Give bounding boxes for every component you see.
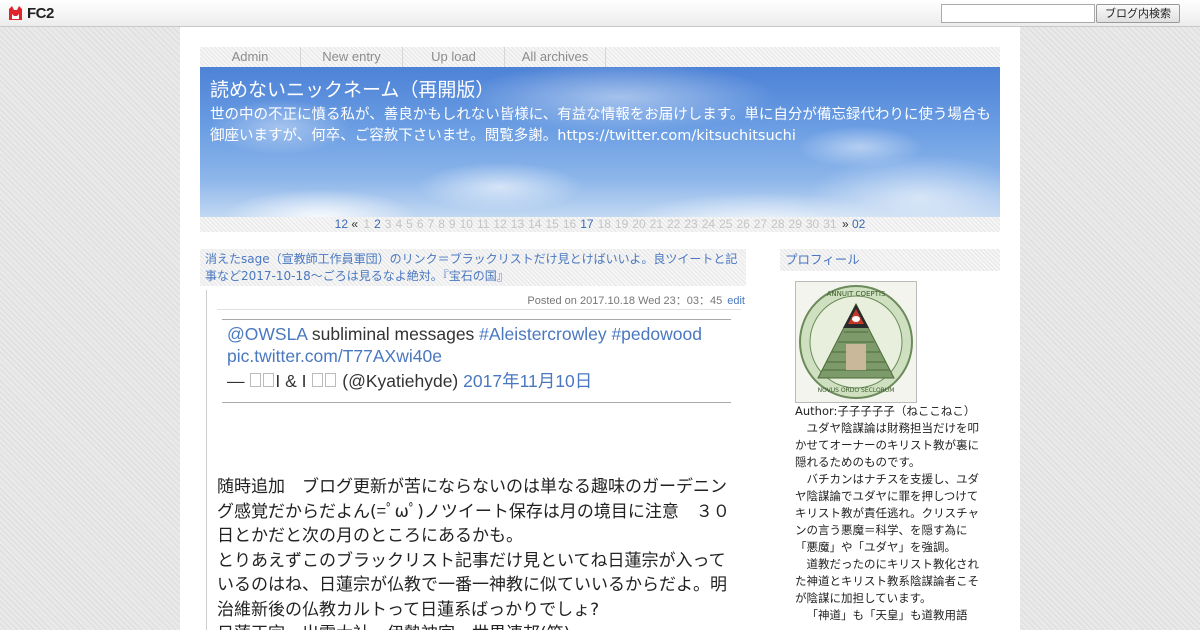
tweet-hashtag-link[interactable]: #pedowood: [611, 324, 702, 344]
entry-paragraph: とりあえずこのブラックリスト記事だけ見といてね日蓮宗が入っているのはね、日蓮宗が…: [217, 550, 727, 620]
profile-author: Author:子子子子子（ねここねこ）: [795, 404, 976, 418]
profile-paragraph: 「神道」も「天皇」も道教用語: [806, 608, 968, 622]
calendar-next-arrow: »: [841, 217, 849, 231]
entry-posted-info: Posted on 2017.10.18 Wed 23：03：45 edit: [527, 292, 745, 308]
calendar-bar: 12 « 1 2 3 4 5 6 7 8 9 10 11 12 13 14 15 16 17 18 19 20 21 22…: [200, 217, 1000, 232]
edit-link[interactable]: edit: [727, 295, 745, 307]
nav-upload[interactable]: Up load: [403, 47, 505, 67]
divider: [217, 309, 741, 310]
profile-paragraph: バチカンはナチスを支援し、ユダヤ陰謀論でユダヤに罪を押しつけてキリスト教が責任逃…: [795, 472, 979, 554]
calendar-day: 18: [597, 217, 611, 231]
calendar-day[interactable]: 17: [580, 217, 593, 231]
calendar-day: 24: [701, 217, 716, 231]
calendar-day: 1: [363, 217, 371, 231]
calendar-day: 15: [545, 217, 559, 231]
calendar-day: 23: [684, 217, 698, 231]
missing-glyph-icon: [263, 373, 275, 387]
calendar-day: 28: [771, 217, 785, 231]
seal-top-text: ANNUIT COEPTIS: [827, 290, 886, 298]
calendar-day: 14: [528, 217, 542, 231]
entry-title[interactable]: 消えたsage（宣教師工作員軍団）のリンク＝ブラックリストだけ見とけばいいよ。良…: [200, 249, 746, 286]
seal-bottom-text: NOVUS ORDO SECLORUM: [818, 387, 895, 394]
calendar-day: 10: [459, 217, 473, 231]
calendar-day: 25: [719, 217, 733, 231]
tweet-handle: (@Kyatiehyde): [342, 371, 459, 391]
calendar-day[interactable]: 2: [374, 217, 381, 231]
tweet-text: subliminal messages: [307, 324, 480, 344]
posted-date: Posted on 2017.10.18 Wed 23：03：45: [527, 295, 723, 307]
tweet-hashtag-link[interactable]: #Aleistercrowley: [479, 324, 606, 344]
sidebar-profile-title: プロフィール: [780, 249, 1000, 271]
blog-header: 読めないニックネーム（再開版） 世の中の不正に憤る私が、善良かもしれない皆様に、…: [200, 67, 1000, 217]
fc2-logo-text: FC2: [27, 4, 54, 22]
blog-description: 世の中の不正に憤る私が、善良かもしれない皆様に、有益な情報をお届けします。単に自…: [210, 107, 991, 144]
missing-glyph-icon: [325, 373, 337, 387]
tweet-pic-link[interactable]: pic.twitter.com/T77AXwi40e: [227, 346, 442, 366]
fc2-fox-icon: [7, 5, 24, 22]
calendar-day: 13: [510, 217, 525, 231]
entry-body: Posted on 2017.10.18 Wed 23：03：45 edit @O…: [206, 290, 747, 630]
calendar-prev-month[interactable]: 12: [335, 217, 348, 231]
entry-text: 随時追加 ブログ更新が苦にならないのは単なる趣味のガーデニング感覚だからだよん(…: [217, 475, 737, 630]
profile-paragraph: ユダヤ陰謀論は財務担当だけを叩かせてオーナーのキリスト教が裏に隠れるためのもので…: [795, 421, 979, 469]
calendar-day: 6: [416, 217, 424, 231]
blog-title[interactable]: 読めないニックネーム（再開版）: [210, 75, 494, 102]
tweet-date-link[interactable]: 2017年11月10日: [463, 371, 592, 391]
calendar-day: 31: [823, 217, 837, 231]
profile-image: ANNUIT COEPTIS NOVUS ORDO SECLORUM: [795, 281, 917, 403]
tweet-author-name: I & I: [275, 371, 307, 391]
profile-description: ユダヤ陰謀論は財務担当だけを叩かせてオーナーのキリスト教が裏に隠れるためのもので…: [795, 420, 980, 624]
calendar-day: 9: [448, 217, 456, 231]
fc2-toolbar: FC2 ブログ内検索: [0, 0, 1200, 27]
nav-all-archives[interactable]: All archives: [505, 47, 606, 67]
calendar-day: 20: [632, 217, 646, 231]
calendar-next-month[interactable]: 02: [852, 217, 865, 231]
calendar-day: 12: [493, 217, 507, 231]
entry-paragraph: 随時追加 ブログ更新が苦にならないのは単なる趣味のガーデニング感覚だからだよん(…: [217, 477, 730, 546]
calendar-days: 1 2 3 4 5 6 7 8 9 10 11 12 13 14 15 16 17 18 19 20 21 22 23 24 2…: [361, 217, 838, 231]
calendar-day: 7: [427, 217, 435, 231]
nav-admin[interactable]: Admin: [200, 47, 301, 67]
embedded-tweet: @OWSLA subliminal messages #Aleistercrow…: [222, 319, 731, 403]
calendar-day: 8: [438, 217, 445, 231]
calendar-day: 21: [649, 217, 663, 231]
blog-search-button[interactable]: ブログ内検索: [1096, 4, 1180, 23]
entry-paragraph: 日蓮正宗、出雲大社、伊勢神宮、世界連邦(笑): [217, 622, 737, 630]
missing-glyph-icon: [312, 373, 324, 387]
pyramid-seal-icon: ANNUIT COEPTIS NOVUS ORDO SECLORUM: [799, 285, 913, 399]
blog-search-input[interactable]: [941, 4, 1095, 23]
calendar-prev-arrow: «: [351, 217, 359, 231]
nav-new-entry[interactable]: New entry: [301, 47, 403, 67]
calendar-day: 26: [736, 217, 750, 231]
tweet-mention-link[interactable]: @OWSLA: [227, 324, 307, 344]
calendar-day: 30: [805, 217, 820, 231]
top-nav: Admin New entry Up load All archives: [200, 47, 1000, 67]
calendar-day: 3: [384, 217, 392, 231]
profile-paragraph: 道教だったのにキリスト教化された神道とキリスト教系陰謀論者こそが陰謀に加担してい…: [795, 557, 979, 605]
missing-glyph-icon: [250, 373, 262, 387]
calendar-day: 16: [562, 217, 577, 231]
calendar-day: 22: [667, 217, 681, 231]
calendar-day: 4: [395, 217, 403, 231]
fc2-logo[interactable]: FC2: [7, 4, 54, 22]
calendar-day: 19: [614, 217, 629, 231]
page-container: Admin New entry Up load All archives 読めな…: [180, 27, 1020, 630]
calendar-day: 27: [753, 217, 768, 231]
calendar-day: 29: [788, 217, 802, 231]
calendar-day: 11: [476, 217, 490, 231]
tweet-dash: —: [227, 371, 250, 391]
calendar-day: 5: [406, 217, 413, 231]
